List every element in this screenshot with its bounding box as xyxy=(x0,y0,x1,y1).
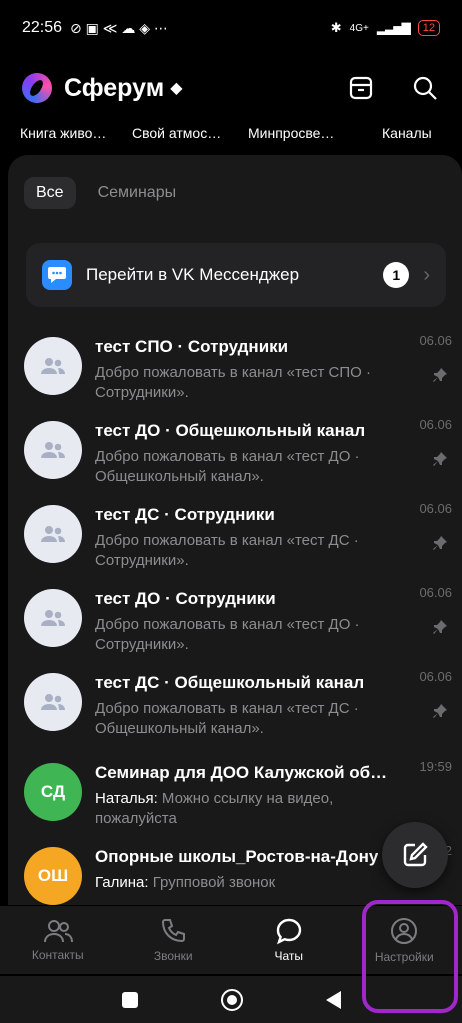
chat-preview: Галина: Групповой звонок xyxy=(95,873,403,893)
chat-name: Семинар для ДОО Калужской об… xyxy=(95,763,388,782)
vk-messenger-icon xyxy=(42,260,72,290)
group-icon xyxy=(41,358,65,374)
signal-icon: ▂▃▅▇ xyxy=(376,21,411,35)
message-sender: Галина: xyxy=(95,874,149,891)
pin-icon xyxy=(433,452,447,466)
search-icon xyxy=(413,76,437,100)
chat-name: тест ДС · Общешкольный канал xyxy=(95,673,365,692)
chat-time: 06.06 xyxy=(419,333,452,348)
tab-contacts-label: Контакты xyxy=(31,948,84,962)
home-button[interactable] xyxy=(220,988,243,1011)
group-avatar xyxy=(24,673,82,731)
group-avatar xyxy=(24,421,82,479)
graduation-cap-icon: ◆ xyxy=(170,80,183,97)
chat-item[interactable]: тест ДО · Сотрудники Добро пожаловать в … xyxy=(8,579,462,663)
compose-button[interactable] xyxy=(382,822,448,888)
chat-time: 06.06 xyxy=(419,669,452,684)
vk-messenger-label: Перейти в VK Мессенджер xyxy=(86,265,300,284)
app-header: Сферум ◆ xyxy=(0,60,462,116)
chat-preview: Добро пожаловать в канал «тест СПО · Сот… xyxy=(95,364,371,401)
chat-item[interactable]: СД Семинар для ДОО Калужской об… Наталья… xyxy=(8,753,462,837)
filter-row: Все Семинары xyxy=(24,177,188,209)
chat-time: 06.06 xyxy=(419,417,452,432)
notification-icons: ⊘ ▣ ≪ ☁ ◈ ⋯ xyxy=(70,19,168,36)
tab-contacts[interactable]: Контакты xyxy=(0,906,116,974)
chat-preview: Наталья: Можно ссылку на видео, пожалуйс… xyxy=(95,789,403,829)
chat-bubble-icon xyxy=(276,918,301,945)
tab-calls[interactable]: Звонки xyxy=(116,906,232,974)
group-icon xyxy=(41,694,65,710)
chevron-right-icon: › xyxy=(423,263,430,286)
message-text: Групповой звонок xyxy=(152,874,276,891)
folder-tab-2[interactable]: Свой атмос… xyxy=(132,125,221,141)
chat-item[interactable]: тест ДО · Общешкольный канал Добро пожал… xyxy=(8,411,462,495)
chat-name: тест ДО · Сотрудники xyxy=(95,589,276,608)
group-icon xyxy=(41,526,65,542)
chat-preview: Добро пожаловать в канал «тест ДС · Сотр… xyxy=(95,532,359,569)
pin-icon xyxy=(433,368,447,382)
battery-icon: 12 xyxy=(417,20,440,36)
group-avatar xyxy=(24,505,82,563)
chat-item[interactable]: тест ДС · Общешкольный канал Добро пожал… xyxy=(8,663,462,747)
chat-name: тест ДС · Сотрудники xyxy=(95,505,275,524)
filter-seminars[interactable]: Семинары xyxy=(86,177,189,209)
group-icon xyxy=(41,442,65,458)
chat-preview: Добро пожаловать в канал «тест ДС · Обще… xyxy=(95,700,359,737)
chat-name: тест ДО · Общешкольный канал xyxy=(95,421,366,440)
folder-tab-3[interactable]: Минпросве… xyxy=(248,125,334,141)
tab-settings-label: Настройки xyxy=(374,950,434,964)
chat-preview: Добро пожаловать в канал «тест ДО · Сотр… xyxy=(95,616,360,653)
archive-button[interactable] xyxy=(346,73,376,103)
folder-tab-1[interactable]: Книга живо… xyxy=(20,125,106,141)
tab-chats-label: Чаты xyxy=(274,949,304,963)
chats-panel: Все Семинары Перейти в VK Мессенджер 1 ›… xyxy=(8,155,462,905)
status-bar: 22:56 ⊘ ▣ ≪ ☁ ◈ ⋯ ✱ 4G+ ▂▃▅▇ 12 xyxy=(0,0,462,56)
vk-messenger-banner[interactable]: Перейти в VK Мессенджер 1 › xyxy=(26,243,446,307)
initials-avatar: СД xyxy=(24,763,82,821)
initials-avatar: ОШ xyxy=(24,847,82,905)
tab-settings[interactable]: Настройки xyxy=(347,906,462,974)
chat-list: тест СПО · Сотрудники Добро пожаловать в… xyxy=(8,327,462,905)
group-avatar xyxy=(24,589,82,647)
chat-item[interactable]: тест ДС · Сотрудники Добро пожаловать в … xyxy=(8,495,462,579)
folder-tabs: Книга живо… Свой атмос… Минпросве… Канал… xyxy=(0,118,462,148)
pin-icon xyxy=(433,704,447,718)
network-label: 4G+ xyxy=(349,22,369,34)
phone-icon xyxy=(162,919,186,943)
tab-chats[interactable]: Чаты xyxy=(231,906,347,974)
chat-time: 06.06 xyxy=(419,501,452,516)
message-sender: Наталья: xyxy=(95,790,158,807)
chat-preview: Добро пожаловать в канал «тест ДО · Обще… xyxy=(95,448,360,485)
filter-all[interactable]: Все xyxy=(24,177,76,209)
profile-icon xyxy=(391,918,418,944)
app-title: Сферум xyxy=(64,73,165,102)
unread-badge: 1 xyxy=(383,262,410,288)
system-nav-bar xyxy=(0,976,462,1023)
folder-tab-channels[interactable]: Каналы xyxy=(382,125,432,141)
recents-button[interactable] xyxy=(121,991,138,1008)
contacts-icon xyxy=(43,920,73,943)
group-avatar xyxy=(24,337,82,395)
chat-name: Опорные школы_Ростов-на-Дону xyxy=(95,847,379,866)
tab-calls-label: Звонки xyxy=(153,949,193,963)
header-actions xyxy=(346,73,440,103)
archive-icon xyxy=(349,76,373,100)
bottom-tab-bar: Контакты Звонки Чаты Настройки xyxy=(0,906,462,974)
status-time: 22:56 xyxy=(22,19,63,36)
bluetooth-icon: ✱ xyxy=(330,20,342,35)
chat-name: тест СПО · Сотрудники xyxy=(95,337,289,356)
pin-icon xyxy=(433,620,447,634)
sferum-logo xyxy=(22,73,52,103)
group-icon xyxy=(41,610,65,626)
chat-time: 19:59 xyxy=(419,759,452,774)
chat-item[interactable]: тест СПО · Сотрудники Добро пожаловать в… xyxy=(8,327,462,411)
status-left: 22:56 ⊘ ▣ ≪ ☁ ◈ ⋯ xyxy=(22,19,168,37)
status-right: ✱ 4G+ ▂▃▅▇ 12 xyxy=(331,20,440,36)
back-button[interactable] xyxy=(325,990,341,1009)
chat-time: 06.06 xyxy=(419,585,452,600)
pin-icon xyxy=(433,536,447,550)
compose-icon xyxy=(403,842,428,867)
search-button[interactable] xyxy=(410,73,440,103)
